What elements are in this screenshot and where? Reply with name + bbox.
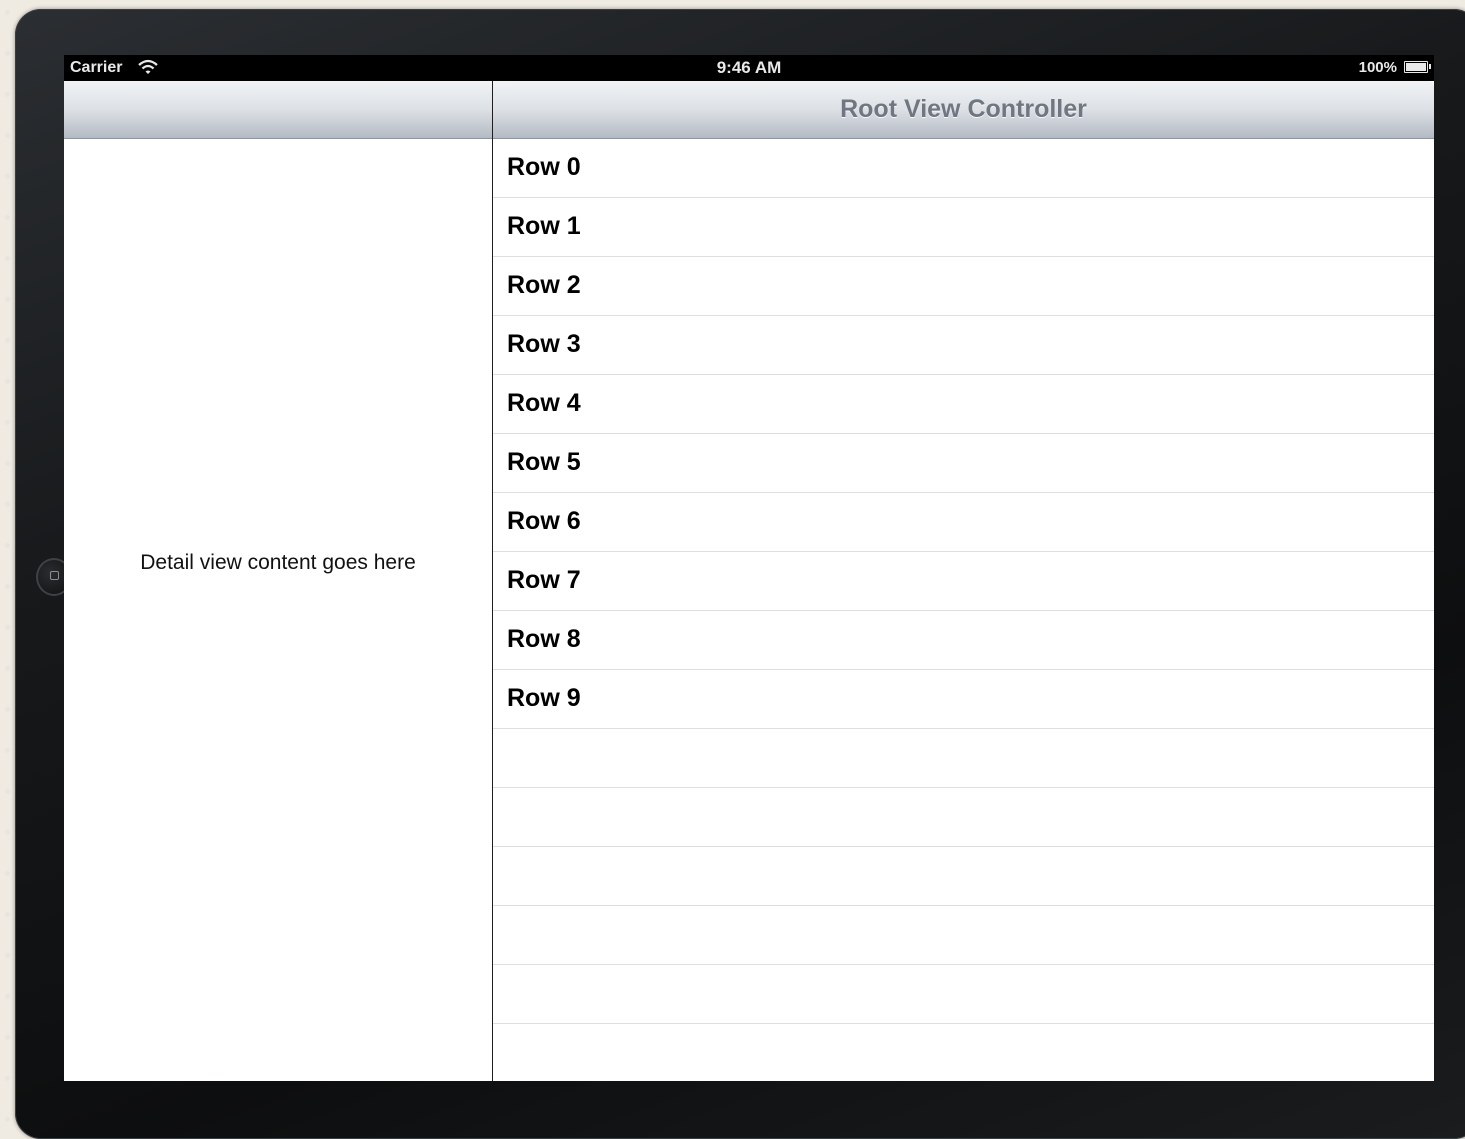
table-row[interactable]: Row 5 — [493, 434, 1434, 493]
table-row-label: Row 5 — [507, 448, 581, 476]
empty-table-row — [493, 965, 1434, 1024]
table-row[interactable]: Row 0 — [493, 139, 1434, 198]
empty-table-row — [493, 1024, 1434, 1081]
detail-content-label: Detail view content goes here — [140, 551, 416, 574]
table-row[interactable]: Row 2 — [493, 257, 1434, 316]
table-row-label: Row 3 — [507, 330, 581, 358]
detail-navbar — [64, 81, 492, 139]
table-row[interactable]: Row 6 — [493, 493, 1434, 552]
battery-percent: 100% — [1358, 59, 1397, 76]
table-row-label: Row 4 — [507, 389, 581, 417]
table-row[interactable]: Row 9 — [493, 670, 1434, 729]
empty-table-row — [493, 729, 1434, 788]
battery-icon — [1404, 61, 1431, 73]
table-view[interactable]: Row 0 Row 1 Row 2 Row 3 Row 4 Row 5 Row 6 Row 7… — [493, 139, 1434, 1081]
table-row-label: Row 2 — [507, 271, 581, 299]
table-row-label: Row 8 — [507, 625, 581, 653]
status-bar: Carrier 9:46 AM 100% — [64, 55, 1434, 81]
detail-pane: Detail view content goes here — [64, 81, 493, 1081]
empty-table-row — [493, 906, 1434, 965]
table-row-label: Row 1 — [507, 212, 581, 240]
table-row-label: Row 0 — [507, 153, 581, 181]
table-row[interactable]: Row 7 — [493, 552, 1434, 611]
table-row[interactable]: Row 3 — [493, 316, 1434, 375]
table-row[interactable]: Row 1 — [493, 198, 1434, 257]
master-pane: Root View Controller Row 0 Row 1 Row 2 Row … — [493, 81, 1434, 1081]
ipad-screen: Carrier 9:46 AM 100% Detail view content… — [64, 55, 1434, 1081]
table-row-label: Row 6 — [507, 507, 581, 535]
table-row[interactable]: Row 4 — [493, 375, 1434, 434]
master-navbar: Root View Controller — [493, 81, 1434, 139]
empty-table-row — [493, 847, 1434, 906]
table-row-label: Row 7 — [507, 566, 581, 594]
status-time: 9:46 AM — [716, 58, 782, 77]
table-row[interactable]: Row 8 — [493, 611, 1434, 670]
home-square-icon — [50, 571, 59, 580]
empty-table-row — [493, 788, 1434, 847]
table-row-label: Row 9 — [507, 684, 581, 712]
navbar-title: Root View Controller — [840, 95, 1087, 123]
